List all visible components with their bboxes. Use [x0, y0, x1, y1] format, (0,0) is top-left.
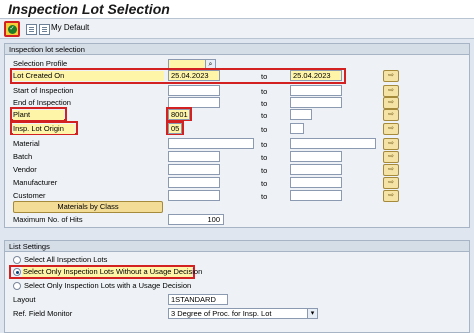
end-of-inspection-to-input[interactable] — [290, 97, 342, 108]
application-toolbar: ✓ My Default — [0, 19, 474, 39]
manufacturer-to-input[interactable] — [290, 177, 342, 188]
to-label: to — [261, 87, 268, 96]
arrow-right-icon: ⇨ — [388, 153, 394, 160]
insp-lot-origin-to-input[interactable] — [290, 123, 304, 134]
to-label: to — [261, 153, 268, 162]
layout-label: Layout — [13, 295, 36, 304]
arrow-right-icon: ⇨ — [388, 179, 394, 186]
customer-to-input[interactable] — [290, 190, 342, 201]
multiple-selection-button[interactable]: ⇨ — [383, 123, 399, 135]
title-bar: Inspection Lot Selection — [0, 0, 474, 19]
arrow-right-icon: ⇨ — [388, 140, 394, 147]
radio-all-lots-label: Select All Inspection Lots — [24, 255, 108, 264]
multiple-selection-button[interactable]: ⇨ — [383, 138, 399, 150]
radio-all-lots[interactable] — [13, 256, 21, 264]
multiple-selection-button[interactable]: ⇨ — [383, 85, 399, 97]
batch-from-input[interactable] — [168, 151, 220, 162]
manufacturer-label: Manufacturer — [13, 178, 58, 187]
customer-label: Customer — [13, 191, 46, 200]
batch-to-input[interactable] — [290, 151, 342, 162]
arrow-right-icon: ⇨ — [388, 87, 394, 94]
batch-label: Batch — [13, 152, 33, 161]
to-label: to — [261, 179, 268, 188]
variant-icon — [25, 23, 37, 35]
plant-label: Plant — [13, 110, 64, 120]
lot-created-to-input[interactable]: 25.04.2023 — [290, 70, 342, 81]
to-label: to — [261, 72, 268, 81]
arrow-right-icon: ⇨ — [388, 111, 394, 118]
lot-created-on-label: Lot Created On — [13, 71, 164, 81]
max-hits-label: Maximum No. of Hits — [13, 215, 83, 224]
ref-field-monitor-select[interactable]: 3 Degree of Proc. for Insp. Lot — [168, 308, 308, 319]
to-label: to — [261, 111, 268, 120]
max-hits-input[interactable]: 100 — [168, 214, 224, 225]
to-label: to — [261, 166, 268, 175]
start-of-inspection-from-input[interactable] — [168, 85, 220, 96]
multiple-selection-button[interactable]: ⇨ — [383, 97, 399, 109]
insp-lot-origin-from-input[interactable]: 05 — [168, 123, 182, 134]
radio-with-ud[interactable] — [13, 282, 21, 290]
manufacturer-from-input[interactable] — [168, 177, 220, 188]
radio-without-ud-label: Select Only Inspection Lots Without a Us… — [22, 267, 203, 277]
end-of-inspection-from-input[interactable] — [168, 97, 220, 108]
start-of-inspection-to-input[interactable] — [290, 85, 342, 96]
group-header: List Settings — [5, 241, 469, 252]
page-title: Inspection Lot Selection — [8, 1, 170, 17]
arrow-right-icon: ⇨ — [388, 72, 394, 79]
to-label: to — [261, 192, 268, 201]
vendor-from-input[interactable] — [168, 164, 220, 175]
arrow-right-icon: ⇨ — [388, 125, 394, 132]
save-variant-button[interactable] — [36, 21, 52, 37]
layout-input[interactable]: 1STANDARD — [168, 294, 228, 305]
material-to-input[interactable] — [290, 138, 376, 149]
end-of-inspection-label: End of Inspection — [13, 98, 71, 107]
execute-icon: ✓ — [7, 24, 17, 34]
multiple-selection-button[interactable]: ⇨ — [383, 190, 399, 202]
group-header: Inspection lot selection — [5, 44, 469, 55]
to-label: to — [261, 140, 268, 149]
my-default-button[interactable]: My Default — [51, 23, 89, 32]
multiple-selection-button[interactable]: ⇨ — [383, 109, 399, 121]
to-label: to — [261, 99, 268, 108]
selection-profile-label: Selection Profile — [13, 59, 68, 68]
save-icon — [38, 23, 50, 35]
material-from-input[interactable] — [168, 138, 254, 149]
ref-field-monitor-label: Ref. Field Monitor — [13, 309, 73, 318]
plant-from-input[interactable]: 8001 — [168, 109, 190, 120]
start-of-inspection-label: Start of Inspection — [13, 86, 74, 95]
insp-lot-origin-label: Insp. Lot Origin — [13, 124, 75, 134]
search-help-icon[interactable]: ⌕ — [206, 59, 216, 70]
customer-from-input[interactable] — [168, 190, 220, 201]
arrow-right-icon: ⇨ — [388, 99, 394, 106]
multiple-selection-button[interactable]: ⇨ — [383, 177, 399, 189]
arrow-right-icon: ⇨ — [388, 192, 394, 199]
plant-to-input[interactable] — [290, 109, 312, 120]
materials-by-class-button[interactable]: Materials by Class — [13, 201, 163, 213]
material-label: Material — [13, 139, 40, 148]
vendor-to-input[interactable] — [290, 164, 342, 175]
vendor-label: Vendor — [13, 165, 37, 174]
arrow-right-icon: ⇨ — [388, 166, 394, 173]
radio-without-ud[interactable] — [13, 268, 21, 276]
selection-profile-input[interactable] — [168, 59, 206, 70]
multiple-selection-button[interactable]: ⇨ — [383, 164, 399, 176]
lot-created-from-input[interactable]: 25.04.2023 — [168, 70, 220, 81]
dropdown-arrow-icon[interactable]: ▾ — [308, 308, 318, 319]
multiple-selection-button[interactable]: ⇨ — [383, 151, 399, 163]
multiple-selection-button[interactable]: ⇨ — [383, 70, 399, 82]
to-label: to — [261, 125, 268, 134]
radio-with-ud-label: Select Only Inspection Lots with a Usage… — [24, 281, 192, 290]
execute-button[interactable]: ✓ — [4, 21, 20, 37]
